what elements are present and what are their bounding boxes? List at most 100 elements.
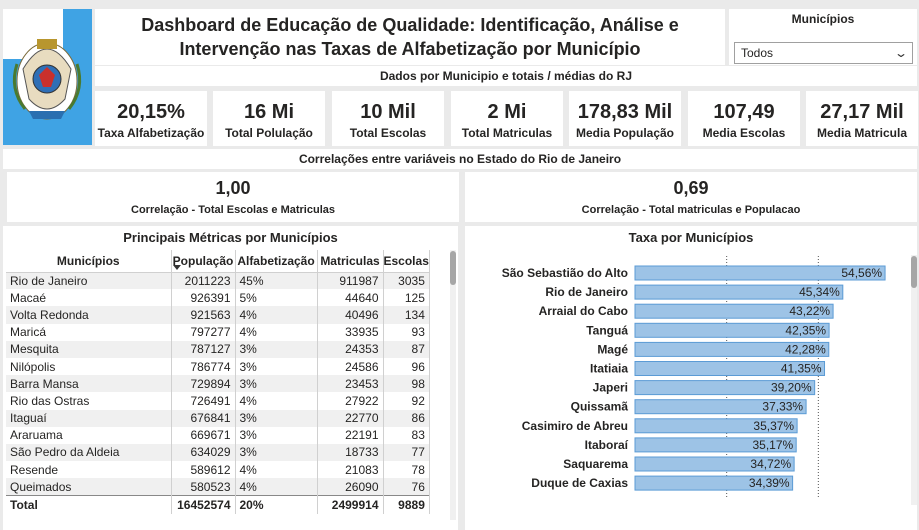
data-label: 54,56% xyxy=(841,266,882,280)
cell-populacao: 634029 xyxy=(171,443,236,462)
cell-populacao: 926391 xyxy=(171,289,236,307)
category-label: Japeri xyxy=(593,381,628,395)
kpi-label: Media Escolas xyxy=(702,126,786,140)
category-label: Tanguá xyxy=(586,323,628,337)
cell-populacao: 787127 xyxy=(171,340,236,358)
correlation-card-escolas-matriculas: 1,00 Correlação - Total Escolas e Matric… xyxy=(7,172,459,222)
chart-scrollbar[interactable] xyxy=(911,255,917,505)
cell-matriculas: 33935 xyxy=(317,323,384,341)
kpi-card-media-populacao: 178,83 Mil Media População xyxy=(569,91,681,146)
cell-populacao: 669671 xyxy=(171,426,236,444)
kpi-label: Media Matricula xyxy=(816,126,908,140)
category-label: Itatiaia xyxy=(590,362,628,376)
table-row[interactable]: São Pedro da Aldeia 634029 3% 18733 77 xyxy=(6,443,430,462)
cell-escolas: 98 xyxy=(383,375,430,393)
municipality-dropdown[interactable]: Todos ⌄ xyxy=(734,42,913,64)
cell-municipio: Nilópolis xyxy=(6,357,172,376)
correlation-label: Correlação - Total matriculas e Populaca… xyxy=(581,204,801,216)
table-row[interactable]: Rio das Ostras 726491 4% 27922 92 xyxy=(6,392,430,410)
category-label: Magé xyxy=(597,342,628,356)
cell-alfabetizacao: 5% xyxy=(235,289,318,307)
cell-escolas: 83 xyxy=(383,426,430,444)
kpi-value: 27,17 Mil xyxy=(820,101,904,123)
cell-municipio: Macaé xyxy=(6,289,172,307)
kpi-value: 20,15% xyxy=(117,101,185,123)
column-header-municipios[interactable]: Municípios xyxy=(6,250,172,273)
category-label: Duque de Caxias xyxy=(531,476,628,490)
table-row[interactable]: Queimados 580523 4% 26090 76 xyxy=(6,478,430,496)
cell-escolas: 3035 xyxy=(383,272,430,290)
cell-matriculas: 18733 xyxy=(317,443,384,462)
chevron-down-icon: ⌄ xyxy=(893,46,909,60)
table-row[interactable]: Rio de Janeiro 2011223 45% 911987 3035 xyxy=(6,272,430,290)
table-row[interactable]: Araruama 669671 3% 22191 83 xyxy=(6,426,430,444)
correlation-value: 0,69 xyxy=(673,178,709,198)
cell-alfabetizacao: 4% xyxy=(235,478,318,496)
column-header-alfabetizacao[interactable]: Alfabetização xyxy=(235,250,318,273)
metrics-table-title: Principais Métricas por Municípios xyxy=(123,230,338,245)
dashboard-title-card: Dashboard de Educação de Qualidade: Iden… xyxy=(95,9,725,65)
cell-alfabetizacao: 4% xyxy=(235,392,318,410)
cell-populacao: 729894 xyxy=(171,375,236,393)
sort-descending-icon[interactable] xyxy=(173,265,181,270)
cell-alfabetizacao: 3% xyxy=(235,357,318,376)
cell-escolas: 96 xyxy=(383,357,430,376)
category-label: Saquarema xyxy=(563,457,628,471)
cell-municipio: Queimados xyxy=(6,478,172,496)
table-row[interactable]: Macaé 926391 5% 44640 125 xyxy=(6,289,430,307)
category-label: Casimiro de Abreu xyxy=(522,419,628,433)
table-scrollbar-thumb[interactable] xyxy=(450,251,456,285)
correlation-label: Correlação - Total Escolas e Matriculas xyxy=(131,204,335,216)
cell-escolas: 78 xyxy=(383,461,430,479)
data-label: 35,37% xyxy=(753,419,794,433)
cell-municipio: Resende xyxy=(6,461,172,479)
cell-alfabetizacao: 3% xyxy=(235,443,318,462)
table-row[interactable]: Itaguaí 676841 3% 22770 86 xyxy=(6,409,430,427)
kpi-card-escolas: 10 Mil Total Escolas xyxy=(332,91,444,146)
cell-matriculas: 911987 xyxy=(317,272,384,290)
cell-escolas: 125 xyxy=(383,289,430,307)
cell-municipio: Araruama xyxy=(6,426,172,444)
category-label: Quissamã xyxy=(571,400,629,414)
correlation-section-title: Correlações entre variáveis no Estado do… xyxy=(3,149,917,169)
table-row[interactable]: Nilópolis 786774 3% 24586 96 xyxy=(6,357,430,376)
data-label: 39,20% xyxy=(771,381,812,395)
total-alfabetizacao: 20% xyxy=(235,494,318,515)
cell-matriculas: 22770 xyxy=(317,409,384,427)
cell-matriculas: 27922 xyxy=(317,392,384,410)
cell-matriculas: 21083 xyxy=(317,461,384,479)
cell-matriculas: 40496 xyxy=(317,306,384,324)
cell-escolas: 86 xyxy=(383,409,430,427)
table-row[interactable]: Mesquita 787127 3% 24353 87 xyxy=(6,340,430,358)
column-header-matriculas[interactable]: Matriculas xyxy=(317,250,384,273)
table-row[interactable]: Barra Mansa 729894 3% 23453 98 xyxy=(6,375,430,393)
cell-matriculas: 22191 xyxy=(317,426,384,444)
data-label: 43,22% xyxy=(789,304,830,318)
cell-escolas: 93 xyxy=(383,323,430,341)
cell-alfabetizacao: 3% xyxy=(235,409,318,427)
cell-populacao: 797277 xyxy=(171,323,236,341)
table-row[interactable]: Volta Redonda 921563 4% 40496 134 xyxy=(6,306,430,324)
cell-populacao: 786774 xyxy=(171,357,236,376)
kpi-card-alfabetizacao: 20,15% Taxa Alfabetização xyxy=(95,91,207,146)
total-municipio: Total xyxy=(6,494,172,515)
cell-municipio: Rio das Ostras xyxy=(6,392,172,410)
cell-municipio: Itaguaí xyxy=(6,409,172,427)
table-row[interactable]: Resende 589612 4% 21083 78 xyxy=(6,461,430,479)
kpi-card-media-escolas: 107,49 Media Escolas xyxy=(688,91,800,146)
correlation-value: 1,00 xyxy=(215,178,251,198)
kpi-value: 2 Mi xyxy=(487,101,527,123)
column-header-escolas[interactable]: Escolas xyxy=(383,250,430,273)
kpi-value: 10 Mil xyxy=(360,101,416,123)
table-scrollbar[interactable] xyxy=(450,250,456,520)
data-label: 42,35% xyxy=(785,323,826,337)
data-label: 34,39% xyxy=(749,476,790,490)
cell-alfabetizacao: 4% xyxy=(235,461,318,479)
kpi-value: 178,83 Mil xyxy=(577,101,673,123)
category-label: Itaboraí xyxy=(585,438,629,452)
municipality-filter: Municípios Todos ⌄ xyxy=(729,9,917,65)
chart-scrollbar-thumb[interactable] xyxy=(911,256,917,288)
coat-of-arms-logo xyxy=(3,9,92,145)
data-label: 41,35% xyxy=(781,362,822,376)
table-row[interactable]: Maricá 797277 4% 33935 93 xyxy=(6,323,430,341)
